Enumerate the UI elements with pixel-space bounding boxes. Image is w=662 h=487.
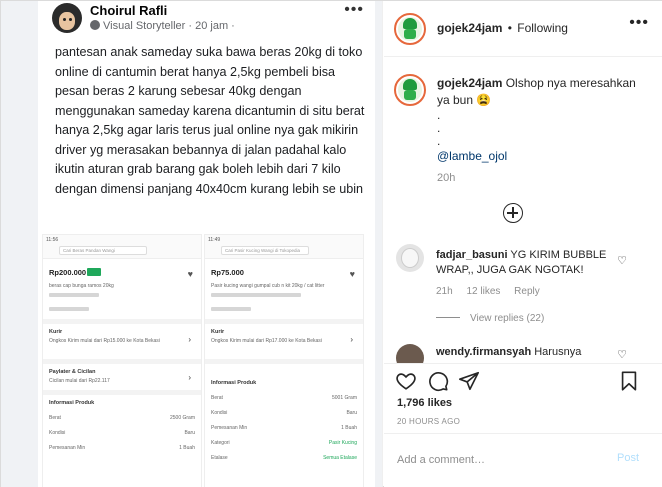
- caption-dot: .: [437, 134, 441, 148]
- product-price: Rp200.000: [49, 268, 87, 277]
- fb-post-meta: Visual Storyteller · 20 jam ·: [90, 20, 235, 32]
- heart-icon: ♥: [349, 269, 355, 279]
- fb-post-text: pantesan anak sameday suka bawa beras 20…: [55, 45, 365, 196]
- facebook-post-screenshot: Choirul Rafli Visual Storyteller · 20 ja…: [38, 1, 375, 487]
- fb-author-name: Choirul Rafli: [90, 3, 168, 18]
- following-button[interactable]: Following: [517, 21, 568, 35]
- comment-like-icon[interactable]: ♡: [617, 348, 627, 361]
- marketplace-screenshots: 11:56 Cari Beras Pandan Wangi Rp200.000 …: [42, 234, 372, 487]
- caption-dot: .: [437, 108, 441, 122]
- product-screenshot-rice: 11:56 Cari Beras Pandan Wangi Rp200.000 …: [42, 234, 202, 487]
- instagram-post-modal: Choirul Rafli Visual Storyteller · 20 ja…: [0, 0, 662, 487]
- share-paper-plane-icon[interactable]: [458, 370, 480, 392]
- caption-avatar[interactable]: [394, 74, 426, 106]
- header-username-link[interactable]: gojek24jam: [437, 21, 502, 35]
- caption-mention-link[interactable]: @lambe_ojol: [437, 149, 507, 163]
- reply-button[interactable]: Reply: [514, 286, 540, 297]
- header-user: gojek24jam • Following: [437, 21, 568, 35]
- comment-time: 21h: [436, 286, 453, 297]
- post-actions: [384, 363, 662, 395]
- tokopedia-badge-icon: [87, 268, 101, 276]
- fb-post-header: Choirul Rafli Visual Storyteller · 20 ja…: [52, 1, 372, 37]
- product-screenshot-cat-litter: 11:49 Cari Pasir Kucing Wangi di Tokoped…: [204, 234, 364, 487]
- separator-dot: •: [507, 21, 512, 35]
- comment-likes[interactable]: 12 likes: [466, 286, 500, 297]
- more-options-icon[interactable]: •••: [629, 14, 649, 32]
- comments-section[interactable]: gojek24jam Olshop nya meresahkan ya bun …: [384, 58, 662, 363]
- post-comment-button[interactable]: Post: [617, 452, 639, 464]
- caption-time: 20h: [437, 172, 456, 184]
- caption-username[interactable]: gojek24jam: [437, 76, 502, 90]
- comment-meta: 21h 12 likes Reply: [436, 286, 551, 297]
- comment-like-icon[interactable]: ♡: [617, 254, 627, 267]
- visual-storyteller-icon: [90, 20, 100, 30]
- comment-avatar[interactable]: [396, 244, 424, 272]
- comment-text: wendy.firmansyah Harusnya: [436, 346, 582, 358]
- instagram-side-panel: gojek24jam • Following ••• gojek24jam Ol…: [384, 1, 662, 487]
- like-heart-icon[interactable]: [395, 370, 417, 392]
- product-price: Rp75.000: [211, 268, 244, 277]
- comment-username[interactable]: wendy.firmansyah: [436, 346, 531, 358]
- avatar[interactable]: [394, 13, 426, 45]
- comment-text: fadjar_basuni YG KIRIM BUBBLE WRAP,, JUG…: [436, 249, 607, 276]
- comment-bubble-icon[interactable]: [427, 370, 449, 392]
- post-caption: gojek24jam Olshop nya meresahkan ya bun …: [437, 75, 647, 165]
- comment-input[interactable]: [397, 451, 597, 469]
- save-bookmark-icon[interactable]: [618, 370, 640, 392]
- fb-more-icon: •••: [344, 1, 364, 18]
- post-image[interactable]: Choirul Rafli Visual Storyteller · 20 ja…: [1, 1, 383, 487]
- load-more-comments-icon[interactable]: [503, 203, 523, 223]
- heart-icon: ♥: [187, 269, 193, 279]
- post-timestamp[interactable]: 20 HOURS AGO: [397, 417, 460, 426]
- view-replies-button[interactable]: View replies (22): [436, 313, 544, 324]
- add-comment-bar: Post: [384, 433, 662, 487]
- like-count[interactable]: 1,796 likes: [397, 397, 452, 409]
- post-header: gojek24jam • Following •••: [384, 1, 662, 57]
- comment-username[interactable]: fadjar_basuni: [436, 249, 508, 261]
- caption-dot: .: [437, 121, 441, 135]
- comment-avatar[interactable]: [396, 344, 424, 363]
- fb-author-avatar: [52, 3, 82, 33]
